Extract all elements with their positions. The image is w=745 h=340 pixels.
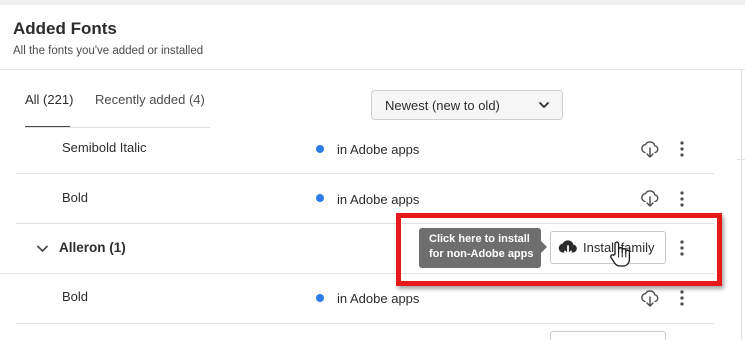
status-dot: [316, 294, 324, 302]
font-style-row: Bold in Adobe apps: [16, 274, 714, 324]
tooltip-line-1: Click here to install: [429, 233, 530, 245]
more-options-icon[interactable]: [676, 288, 688, 308]
cloud-download-icon[interactable]: [640, 288, 660, 308]
font-style-row: Bold in Adobe apps: [16, 174, 714, 224]
cloud-download-icon[interactable]: [640, 188, 660, 208]
install-family-label: Install family: [583, 240, 655, 255]
font-family-name: Alleron (1): [59, 240, 126, 255]
status-dot: [316, 194, 324, 202]
more-options-icon[interactable]: [676, 238, 688, 258]
font-style-name: Semibold Italic: [62, 140, 147, 155]
install-family-button-next[interactable]: [550, 331, 666, 340]
font-style-name: Bold: [62, 190, 89, 205]
cloud-download-icon[interactable]: [640, 139, 660, 159]
more-options-icon[interactable]: [676, 189, 688, 209]
install-tooltip: Click here to install for non-Adobe apps: [419, 228, 541, 268]
page-title: Added Fonts: [13, 19, 117, 38]
font-style-name: Bold: [62, 289, 89, 304]
more-options-icon[interactable]: [676, 139, 688, 159]
chevron-down-icon[interactable]: [36, 242, 49, 255]
page-subtitle: All the fonts you've added or installed: [13, 45, 204, 57]
tooltip-line-2: for non-Adobe apps: [429, 248, 534, 260]
font-status: in Adobe apps: [337, 291, 420, 306]
right-panel-edge: [741, 70, 745, 340]
font-status: in Adobe apps: [337, 142, 420, 157]
sort-dropdown[interactable]: Newest (new to old): [371, 90, 563, 120]
tab-recently-added[interactable]: Recently added (4): [95, 92, 205, 107]
cloud-download-icon: [558, 240, 577, 256]
sort-selected-value: Newest (new to old): [385, 98, 500, 113]
page-header: Added Fonts All the fonts you've added o…: [0, 5, 745, 70]
tooltip-arrow: [541, 241, 547, 253]
chevron-down-icon: [539, 102, 549, 108]
tab-all[interactable]: All (221): [25, 92, 73, 107]
install-family-button[interactable]: Install family: [550, 231, 666, 264]
status-dot: [316, 145, 324, 153]
right-panel-divider: [737, 159, 745, 160]
font-status: in Adobe apps: [337, 192, 420, 207]
font-style-row: Semibold Italic in Adobe apps: [16, 124, 714, 174]
